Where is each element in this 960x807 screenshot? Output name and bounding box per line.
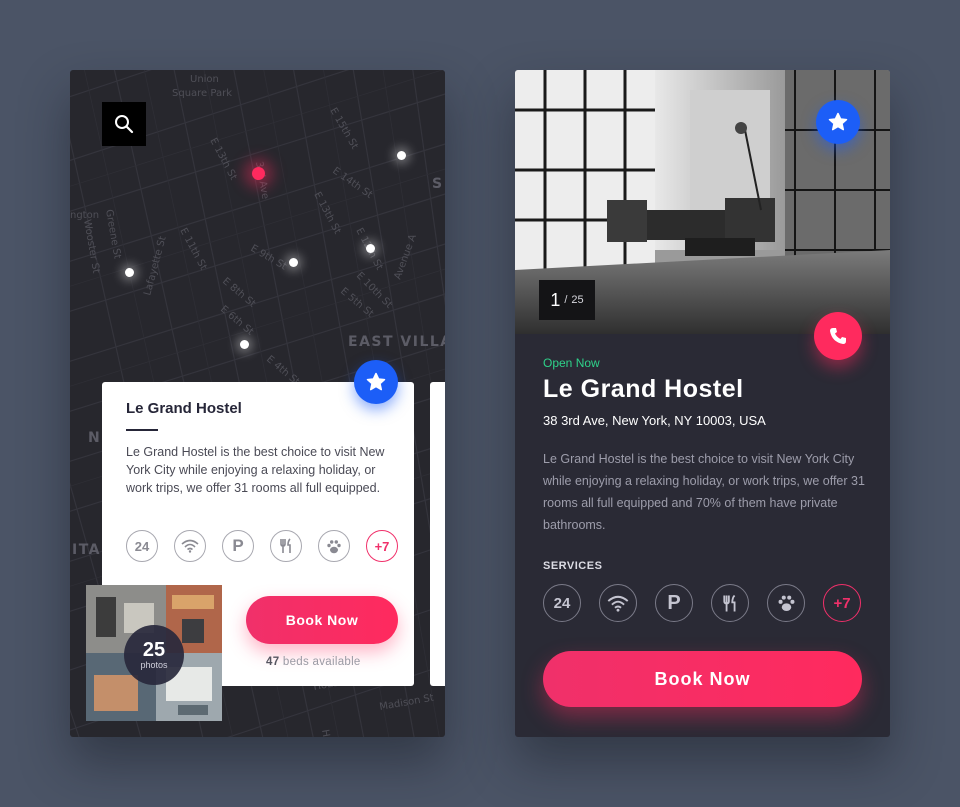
pet-icon <box>318 530 350 562</box>
map-label: E 13th St <box>207 136 238 182</box>
next-hostel-card[interactable] <box>430 382 445 686</box>
hostel-description: Le Grand Hostel is the best choice to vi… <box>543 452 865 532</box>
map-pin[interactable] <box>240 340 249 349</box>
photos-count-badge[interactable]: 25 photos <box>124 625 184 685</box>
beds-available: 47 beds available <box>266 656 361 668</box>
service-24h: 24 <box>126 530 158 562</box>
services-heading: SERVICES <box>543 560 603 572</box>
map-area-label: ITA <box>72 542 101 558</box>
hostel-title: Le Grand Hostel <box>543 375 744 403</box>
photo-counter: 1 / 25 <box>539 280 595 320</box>
map-screen: Union Square Park E 15th St E 14th St E … <box>70 70 445 737</box>
map-pin[interactable] <box>125 268 134 277</box>
map-pin[interactable] <box>366 244 375 253</box>
map-label: ngton <box>70 210 99 221</box>
star-icon <box>366 372 386 391</box>
hostel-title: Le Grand Hostel <box>126 400 242 417</box>
service-24h: 24 <box>543 584 581 622</box>
map-pin[interactable] <box>289 258 298 267</box>
map-label: Square Park <box>172 88 232 99</box>
favorite-button[interactable] <box>354 360 398 404</box>
map-label: Henry St <box>319 729 337 737</box>
search-icon <box>115 115 134 134</box>
map-label: Avenue A <box>392 233 419 281</box>
map-label: Lafayette St <box>142 235 168 297</box>
book-now-button[interactable]: Book Now <box>543 651 862 707</box>
phone-icon <box>830 328 846 344</box>
more-services-badge[interactable]: +7 <box>823 584 861 622</box>
services-row: 24 P +7 <box>126 530 398 562</box>
restaurant-icon <box>270 530 302 562</box>
favorite-button[interactable] <box>816 100 860 144</box>
open-status: Open Now <box>543 356 600 370</box>
search-button[interactable] <box>102 102 146 146</box>
map-area-label: EAST VILLAGE <box>348 334 445 350</box>
star-icon <box>828 112 848 131</box>
book-now-button[interactable]: Book Now <box>246 596 398 644</box>
map-label: Greene St <box>103 209 123 260</box>
parking-icon: P <box>655 584 693 622</box>
call-button[interactable] <box>814 312 862 360</box>
hostel-address: 38 3rd Ave, New York, NY 10003, USA <box>543 413 766 428</box>
map-label: E 11th St <box>177 226 208 272</box>
title-underline <box>126 429 158 431</box>
map-pin[interactable] <box>397 151 406 160</box>
parking-icon: P <box>222 530 254 562</box>
hostel-detail-screen: 1 / 25 Open Now Le Grand Hostel 38 3rd A… <box>515 70 890 737</box>
pet-icon <box>767 584 805 622</box>
map-area-label: S <box>432 176 444 192</box>
map-pin-selected[interactable] <box>252 167 265 180</box>
map-label: Union <box>190 74 219 85</box>
hostel-description: Le Grand Hostel is the best choice to vi… <box>126 445 385 495</box>
services-row: 24 P +7 <box>543 584 861 622</box>
map-label: Wooster St <box>81 219 101 275</box>
map-label: E 13th St <box>311 190 342 236</box>
map-label: E 14th St <box>330 165 374 200</box>
wifi-icon <box>599 584 637 622</box>
restaurant-icon <box>711 584 749 622</box>
more-services-badge[interactable]: +7 <box>366 530 398 562</box>
wifi-icon <box>174 530 206 562</box>
map-area-label: N <box>88 430 101 446</box>
